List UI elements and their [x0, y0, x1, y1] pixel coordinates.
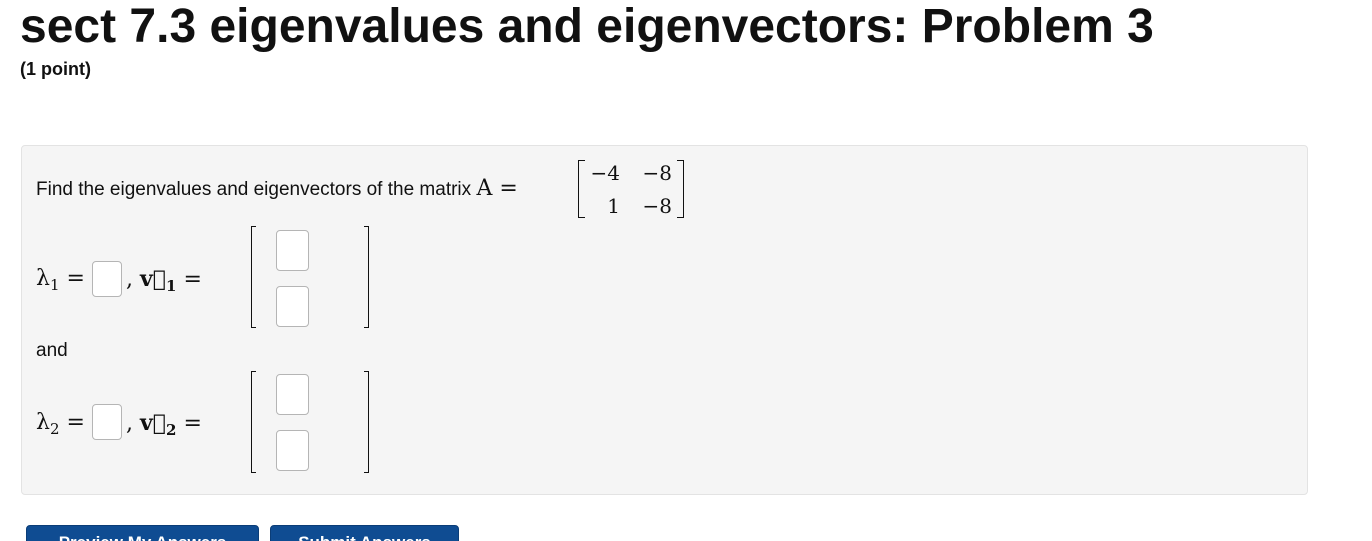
matrix-symbol: A = [476, 176, 518, 201]
vector-2-entry-1-input[interactable] [276, 374, 309, 415]
and-text: and [36, 340, 68, 361]
matrix-a: −4 −8 1 −8 [578, 160, 684, 218]
vector-2-right-bracket [364, 371, 369, 473]
vector-1-label: , v⃗1 = [126, 266, 202, 295]
vector-1-entry-2-input[interactable] [276, 286, 309, 327]
vector-2-entry-2-input[interactable] [276, 430, 309, 471]
problem-page: sect 7.3 eigenvalues and eigenvectors: P… [0, 0, 1372, 541]
vector-2-label: , v⃗2 = [126, 410, 202, 439]
prompt-text: Find the eigenvalues and eigenvectors of… [36, 179, 472, 200]
lambda-1-input[interactable] [92, 261, 122, 297]
matrix-cell-1-1: −4 [590, 161, 620, 185]
matrix-cell-2-2: −8 [642, 194, 672, 218]
lambda-1-label: λ1 = [36, 266, 85, 294]
problem-prompt: Find the eigenvalues and eigenvectors of… [36, 176, 518, 203]
matrix-cell-1-2: −8 [642, 161, 672, 185]
vector-1-entry-1-input[interactable] [276, 230, 309, 271]
lambda-2-label: λ2 = [36, 410, 85, 438]
lambda-2-input[interactable] [92, 404, 122, 440]
page-title: sect 7.3 eigenvalues and eigenvectors: P… [20, 0, 1154, 53]
submit-answers-button[interactable]: Submit Answers [270, 525, 459, 541]
vector-1-right-bracket [364, 226, 369, 328]
vector-1-left-bracket [251, 226, 256, 328]
points-label: (1 point) [20, 59, 91, 79]
vector-2-left-bracket [251, 371, 256, 473]
matrix-cell-2-1: 1 [607, 194, 620, 218]
matrix-right-bracket [677, 160, 684, 218]
preview-answers-button[interactable]: Preview My Answers [26, 525, 259, 541]
